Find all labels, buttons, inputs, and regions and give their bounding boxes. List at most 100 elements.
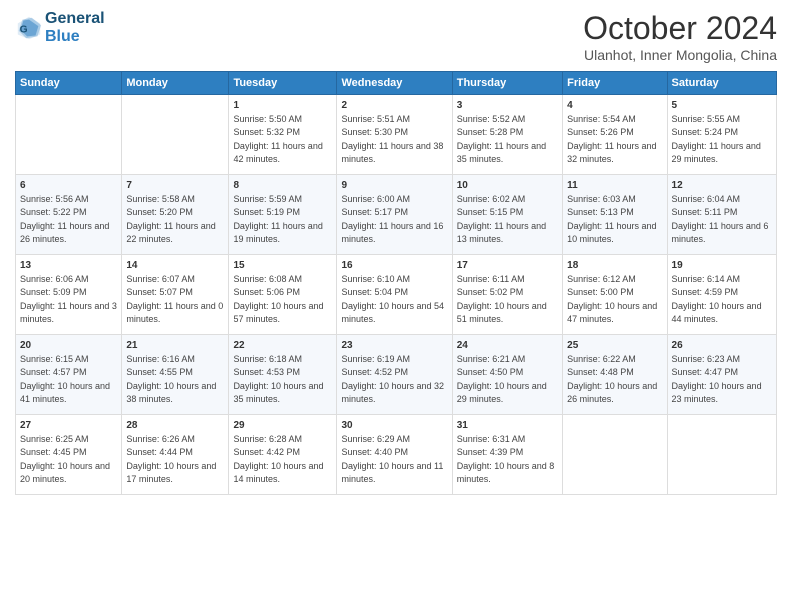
cell-4-2: 21Sunrise: 6:16 AMSunset: 4:55 PMDayligh… bbox=[122, 335, 229, 415]
sunrise-text: Sunrise: 6:07 AMSunset: 5:07 PMDaylight:… bbox=[126, 274, 223, 324]
day-number: 21 bbox=[126, 339, 224, 353]
day-number: 14 bbox=[126, 259, 224, 273]
day-number: 4 bbox=[567, 99, 662, 113]
calendar-table: Sunday Monday Tuesday Wednesday Thursday… bbox=[15, 71, 777, 495]
sunrise-text: Sunrise: 6:03 AMSunset: 5:13 PMDaylight:… bbox=[567, 194, 656, 244]
day-number: 8 bbox=[233, 179, 332, 193]
header: G GeneralBlue October 2024 Ulanhot, Inne… bbox=[15, 10, 777, 63]
cell-2-6: 11Sunrise: 6:03 AMSunset: 5:13 PMDayligh… bbox=[563, 175, 667, 255]
logo: G GeneralBlue bbox=[15, 10, 105, 45]
cell-5-4: 30Sunrise: 6:29 AMSunset: 4:40 PMDayligh… bbox=[337, 415, 452, 495]
day-number: 16 bbox=[341, 259, 447, 273]
cell-5-5: 31Sunrise: 6:31 AMSunset: 4:39 PMDayligh… bbox=[452, 415, 562, 495]
col-sunday: Sunday bbox=[16, 72, 122, 95]
col-friday: Friday bbox=[563, 72, 667, 95]
sunrise-text: Sunrise: 5:56 AMSunset: 5:22 PMDaylight:… bbox=[20, 194, 109, 244]
sunrise-text: Sunrise: 6:29 AMSunset: 4:40 PMDaylight:… bbox=[341, 434, 443, 484]
cell-2-7: 12Sunrise: 6:04 AMSunset: 5:11 PMDayligh… bbox=[667, 175, 776, 255]
sunrise-text: Sunrise: 6:25 AMSunset: 4:45 PMDaylight:… bbox=[20, 434, 110, 484]
week-row-4: 20Sunrise: 6:15 AMSunset: 4:57 PMDayligh… bbox=[16, 335, 777, 415]
sunrise-text: Sunrise: 6:22 AMSunset: 4:48 PMDaylight:… bbox=[567, 354, 657, 404]
sunrise-text: Sunrise: 6:08 AMSunset: 5:06 PMDaylight:… bbox=[233, 274, 323, 324]
cell-4-6: 25Sunrise: 6:22 AMSunset: 4:48 PMDayligh… bbox=[563, 335, 667, 415]
col-thursday: Thursday bbox=[452, 72, 562, 95]
cell-1-1 bbox=[16, 95, 122, 175]
sunrise-text: Sunrise: 6:15 AMSunset: 4:57 PMDaylight:… bbox=[20, 354, 110, 404]
day-number: 7 bbox=[126, 179, 224, 193]
sunrise-text: Sunrise: 5:55 AMSunset: 5:24 PMDaylight:… bbox=[672, 114, 761, 164]
cell-3-6: 18Sunrise: 6:12 AMSunset: 5:00 PMDayligh… bbox=[563, 255, 667, 335]
cell-1-4: 2Sunrise: 5:51 AMSunset: 5:30 PMDaylight… bbox=[337, 95, 452, 175]
day-number: 11 bbox=[567, 179, 662, 193]
logo-icon: G bbox=[15, 14, 43, 42]
day-number: 9 bbox=[341, 179, 447, 193]
location-subtitle: Ulanhot, Inner Mongolia, China bbox=[583, 47, 777, 63]
sunrise-text: Sunrise: 5:54 AMSunset: 5:26 PMDaylight:… bbox=[567, 114, 656, 164]
day-number: 12 bbox=[672, 179, 772, 193]
sunrise-text: Sunrise: 6:26 AMSunset: 4:44 PMDaylight:… bbox=[126, 434, 216, 484]
day-number: 2 bbox=[341, 99, 447, 113]
sunrise-text: Sunrise: 5:59 AMSunset: 5:19 PMDaylight:… bbox=[233, 194, 322, 244]
sunrise-text: Sunrise: 6:12 AMSunset: 5:00 PMDaylight:… bbox=[567, 274, 657, 324]
cell-1-6: 4Sunrise: 5:54 AMSunset: 5:26 PMDaylight… bbox=[563, 95, 667, 175]
col-wednesday: Wednesday bbox=[337, 72, 452, 95]
cell-1-2 bbox=[122, 95, 229, 175]
sunrise-text: Sunrise: 6:00 AMSunset: 5:17 PMDaylight:… bbox=[341, 194, 443, 244]
month-title: October 2024 bbox=[583, 10, 777, 47]
calendar-container: G GeneralBlue October 2024 Ulanhot, Inne… bbox=[0, 0, 792, 505]
cell-5-7 bbox=[667, 415, 776, 495]
day-number: 25 bbox=[567, 339, 662, 353]
cell-5-6 bbox=[563, 415, 667, 495]
sunrise-text: Sunrise: 6:06 AMSunset: 5:09 PMDaylight:… bbox=[20, 274, 117, 324]
week-row-2: 6Sunrise: 5:56 AMSunset: 5:22 PMDaylight… bbox=[16, 175, 777, 255]
sunrise-text: Sunrise: 6:28 AMSunset: 4:42 PMDaylight:… bbox=[233, 434, 323, 484]
cell-4-7: 26Sunrise: 6:23 AMSunset: 4:47 PMDayligh… bbox=[667, 335, 776, 415]
col-monday: Monday bbox=[122, 72, 229, 95]
cell-3-5: 17Sunrise: 6:11 AMSunset: 5:02 PMDayligh… bbox=[452, 255, 562, 335]
sunrise-text: Sunrise: 6:23 AMSunset: 4:47 PMDaylight:… bbox=[672, 354, 762, 404]
day-number: 26 bbox=[672, 339, 772, 353]
week-row-3: 13Sunrise: 6:06 AMSunset: 5:09 PMDayligh… bbox=[16, 255, 777, 335]
day-number: 1 bbox=[233, 99, 332, 113]
sunrise-text: Sunrise: 5:52 AMSunset: 5:28 PMDaylight:… bbox=[457, 114, 546, 164]
sunrise-text: Sunrise: 6:14 AMSunset: 4:59 PMDaylight:… bbox=[672, 274, 762, 324]
cell-1-5: 3Sunrise: 5:52 AMSunset: 5:28 PMDaylight… bbox=[452, 95, 562, 175]
sunrise-text: Sunrise: 6:19 AMSunset: 4:52 PMDaylight:… bbox=[341, 354, 444, 404]
day-number: 27 bbox=[20, 419, 117, 433]
logo-text: GeneralBlue bbox=[45, 10, 105, 45]
day-number: 18 bbox=[567, 259, 662, 273]
cell-5-2: 28Sunrise: 6:26 AMSunset: 4:44 PMDayligh… bbox=[122, 415, 229, 495]
cell-3-7: 19Sunrise: 6:14 AMSunset: 4:59 PMDayligh… bbox=[667, 255, 776, 335]
cell-3-1: 13Sunrise: 6:06 AMSunset: 5:09 PMDayligh… bbox=[16, 255, 122, 335]
sunrise-text: Sunrise: 6:31 AMSunset: 4:39 PMDaylight:… bbox=[457, 434, 555, 484]
sunrise-text: Sunrise: 6:21 AMSunset: 4:50 PMDaylight:… bbox=[457, 354, 547, 404]
cell-2-1: 6Sunrise: 5:56 AMSunset: 5:22 PMDaylight… bbox=[16, 175, 122, 255]
cell-5-1: 27Sunrise: 6:25 AMSunset: 4:45 PMDayligh… bbox=[16, 415, 122, 495]
header-row: Sunday Monday Tuesday Wednesday Thursday… bbox=[16, 72, 777, 95]
cell-2-5: 10Sunrise: 6:02 AMSunset: 5:15 PMDayligh… bbox=[452, 175, 562, 255]
sunrise-text: Sunrise: 6:16 AMSunset: 4:55 PMDaylight:… bbox=[126, 354, 216, 404]
day-number: 15 bbox=[233, 259, 332, 273]
sunrise-text: Sunrise: 5:58 AMSunset: 5:20 PMDaylight:… bbox=[126, 194, 215, 244]
sunrise-text: Sunrise: 6:11 AMSunset: 5:02 PMDaylight:… bbox=[457, 274, 547, 324]
day-number: 6 bbox=[20, 179, 117, 193]
day-number: 31 bbox=[457, 419, 558, 433]
cell-4-1: 20Sunrise: 6:15 AMSunset: 4:57 PMDayligh… bbox=[16, 335, 122, 415]
cell-5-3: 29Sunrise: 6:28 AMSunset: 4:42 PMDayligh… bbox=[229, 415, 337, 495]
day-number: 17 bbox=[457, 259, 558, 273]
day-number: 13 bbox=[20, 259, 117, 273]
sunrise-text: Sunrise: 6:18 AMSunset: 4:53 PMDaylight:… bbox=[233, 354, 323, 404]
cell-3-3: 15Sunrise: 6:08 AMSunset: 5:06 PMDayligh… bbox=[229, 255, 337, 335]
cell-4-5: 24Sunrise: 6:21 AMSunset: 4:50 PMDayligh… bbox=[452, 335, 562, 415]
day-number: 28 bbox=[126, 419, 224, 433]
day-number: 24 bbox=[457, 339, 558, 353]
day-number: 20 bbox=[20, 339, 117, 353]
cell-1-3: 1Sunrise: 5:50 AMSunset: 5:32 PMDaylight… bbox=[229, 95, 337, 175]
week-row-1: 1Sunrise: 5:50 AMSunset: 5:32 PMDaylight… bbox=[16, 95, 777, 175]
day-number: 19 bbox=[672, 259, 772, 273]
cell-2-3: 8Sunrise: 5:59 AMSunset: 5:19 PMDaylight… bbox=[229, 175, 337, 255]
cell-3-2: 14Sunrise: 6:07 AMSunset: 5:07 PMDayligh… bbox=[122, 255, 229, 335]
sunrise-text: Sunrise: 6:04 AMSunset: 5:11 PMDaylight:… bbox=[672, 194, 769, 244]
day-number: 5 bbox=[672, 99, 772, 113]
day-number: 22 bbox=[233, 339, 332, 353]
